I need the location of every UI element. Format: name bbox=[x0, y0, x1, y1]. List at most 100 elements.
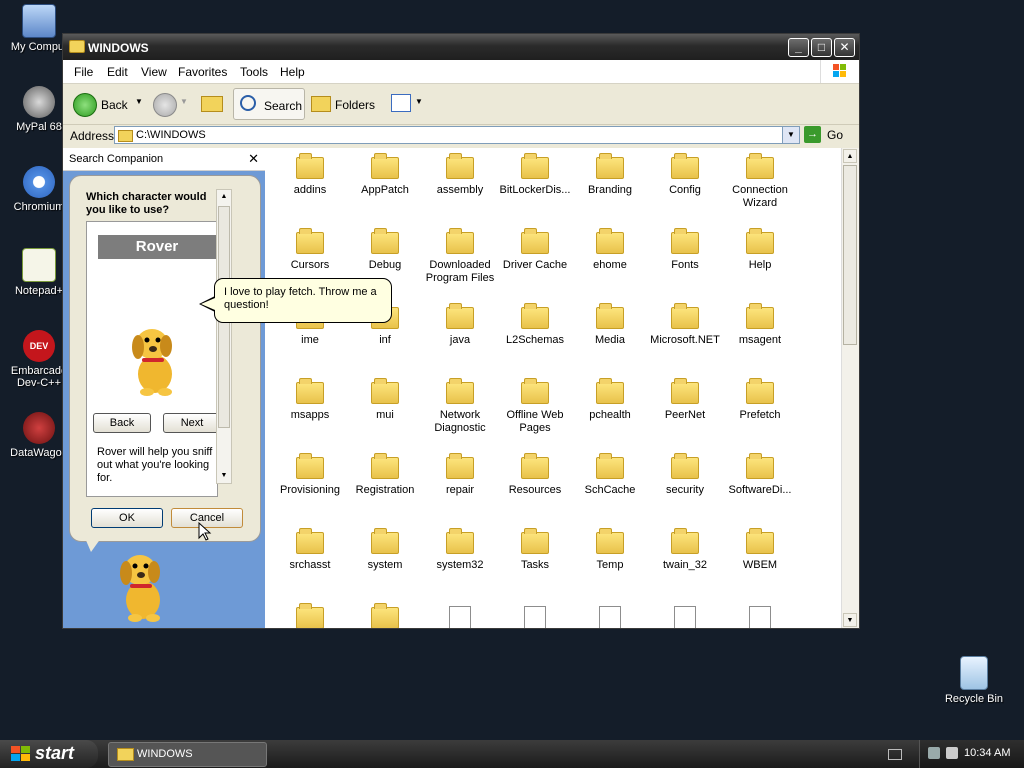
menu-tools[interactable]: Tools bbox=[240, 65, 268, 79]
file-item[interactable] bbox=[720, 604, 800, 628]
folder-item[interactable]: WBEM bbox=[720, 528, 800, 572]
folder-item[interactable]: repair bbox=[420, 453, 500, 497]
back-button[interactable]: Back ▼ bbox=[69, 88, 147, 120]
menu-edit[interactable]: Edit bbox=[107, 65, 128, 79]
companion-scrollbar[interactable]: ▲ ▼ bbox=[216, 189, 232, 484]
balloon-pointer bbox=[85, 538, 101, 552]
start-button[interactable]: start bbox=[0, 740, 98, 768]
folder-item[interactable]: Driver Cache bbox=[495, 228, 575, 272]
search-button[interactable]: Search bbox=[233, 88, 305, 120]
folder-item[interactable]: msagent bbox=[720, 303, 800, 347]
folder-item[interactable]: mui bbox=[345, 378, 425, 422]
folder-item[interactable]: msapps bbox=[270, 378, 350, 422]
item-label: Connection Wizard bbox=[732, 184, 788, 209]
search-label: Search bbox=[264, 99, 303, 113]
forward-button[interactable]: ▼ bbox=[151, 88, 191, 120]
folder-icon bbox=[746, 153, 774, 179]
volume-icon[interactable] bbox=[946, 747, 958, 759]
network-icon[interactable] bbox=[928, 747, 940, 759]
scroll-up-arrow-icon[interactable]: ▲ bbox=[843, 149, 857, 163]
views-button[interactable]: ▼ bbox=[387, 88, 425, 120]
folder-item[interactable]: assembly bbox=[420, 153, 500, 197]
folder-item[interactable]: Connection Wizard bbox=[720, 153, 800, 210]
folder-item[interactable]: BitLockerDis... bbox=[495, 153, 575, 197]
folder-item[interactable]: ehome bbox=[570, 228, 650, 272]
scroll-down-arrow-icon[interactable]: ▼ bbox=[843, 613, 857, 627]
folders-button[interactable]: Folders bbox=[309, 88, 379, 120]
folder-item[interactable]: system32 bbox=[420, 528, 500, 572]
folder-item[interactable]: java bbox=[420, 303, 500, 347]
file-list-scrollbar[interactable]: ▲ ▼ bbox=[841, 148, 859, 628]
file-item[interactable] bbox=[495, 604, 575, 628]
menu-view[interactable]: View bbox=[141, 65, 167, 79]
folder-item[interactable]: SoftwareDi... bbox=[720, 453, 800, 497]
item-label: SchCache bbox=[584, 484, 636, 496]
close-icon[interactable]: ✕ bbox=[248, 151, 259, 167]
folder-item[interactable]: Microsoft.NET bbox=[645, 303, 725, 347]
scroll-down-arrow-icon[interactable]: ▼ bbox=[217, 469, 231, 483]
folder-item[interactable]: Network Diagnostic bbox=[420, 378, 500, 435]
folder-item[interactable]: Registration bbox=[345, 453, 425, 497]
folder-item[interactable]: Fonts bbox=[645, 228, 725, 272]
go-button[interactable]: → Go bbox=[803, 126, 847, 144]
address-value: C:\WINDOWS bbox=[136, 129, 206, 141]
folder-item[interactable]: Debug bbox=[345, 228, 425, 272]
folder-item[interactable]: system bbox=[345, 528, 425, 572]
maximize-button[interactable]: □ bbox=[811, 38, 832, 57]
title-bar[interactable]: WINDOWS _ □ ✕ bbox=[63, 34, 859, 60]
folder-item[interactable]: PeerNet bbox=[645, 378, 725, 422]
keyboard-icon[interactable] bbox=[888, 749, 902, 760]
folder-item[interactable]: SchCache bbox=[570, 453, 650, 497]
document-icon bbox=[449, 606, 471, 628]
folder-item[interactable]: Provisioning bbox=[270, 453, 350, 497]
folder-icon bbox=[521, 153, 549, 179]
folder-item[interactable]: L2Schemas bbox=[495, 303, 575, 347]
address-input[interactable]: C:\WINDOWS ▼ bbox=[114, 126, 800, 144]
folder-item[interactable]: Downloaded Program Files bbox=[420, 228, 500, 285]
folder-item[interactable]: Config bbox=[645, 153, 725, 197]
item-label: Offline Web Pages bbox=[506, 409, 564, 434]
go-arrow-icon: → bbox=[804, 126, 821, 143]
folder-icon bbox=[596, 303, 624, 329]
folder-item[interactable]: srchasst bbox=[270, 528, 350, 572]
scroll-thumb[interactable] bbox=[843, 165, 857, 345]
file-item[interactable] bbox=[645, 604, 725, 628]
window-title: WINDOWS bbox=[88, 41, 149, 55]
item-label: Downloaded Program Files bbox=[425, 259, 495, 284]
folder-item[interactable]: security bbox=[645, 453, 725, 497]
minimize-button[interactable]: _ bbox=[788, 38, 809, 57]
ok-button[interactable]: OK bbox=[91, 508, 163, 528]
character-back-button[interactable]: Back bbox=[93, 413, 151, 433]
folder-item[interactable]: Temp bbox=[570, 528, 650, 572]
character-name: Rover bbox=[98, 235, 216, 259]
folder-icon bbox=[117, 748, 134, 761]
folder-item[interactable]: Offline Web Pages bbox=[495, 378, 575, 435]
file-item[interactable] bbox=[420, 604, 500, 628]
folder-item[interactable]: Branding bbox=[570, 153, 650, 197]
folder-item[interactable]: Cursors bbox=[270, 228, 350, 272]
taskbar-window-button[interactable]: WINDOWS bbox=[108, 742, 267, 767]
menu-help[interactable]: Help bbox=[280, 65, 305, 79]
folder-item[interactable] bbox=[345, 603, 425, 628]
folder-item[interactable]: Help bbox=[720, 228, 800, 272]
folder-item[interactable]: Media bbox=[570, 303, 650, 347]
clock[interactable]: 10:34 AM bbox=[964, 747, 1010, 759]
folder-item[interactable]: Prefetch bbox=[720, 378, 800, 422]
file-item[interactable] bbox=[570, 604, 650, 628]
up-folder-button[interactable] bbox=[197, 88, 227, 120]
folder-item[interactable]: twain_32 bbox=[645, 528, 725, 572]
menu-file[interactable]: File bbox=[74, 65, 93, 79]
desktop-icon-recycle-bin[interactable]: Recycle Bin bbox=[937, 656, 1011, 705]
assistant-speech-bubble: I love to play fetch. Throw me a questio… bbox=[214, 278, 392, 323]
menu-favorites[interactable]: Favorites bbox=[178, 65, 227, 79]
character-next-button[interactable]: Next bbox=[163, 413, 221, 433]
folder-item[interactable]: pchealth bbox=[570, 378, 650, 422]
folder-item[interactable]: addins bbox=[270, 153, 350, 197]
folder-item[interactable]: Resources bbox=[495, 453, 575, 497]
close-button[interactable]: ✕ bbox=[834, 38, 855, 57]
folder-item[interactable] bbox=[270, 603, 350, 628]
folder-item[interactable]: AppPatch bbox=[345, 153, 425, 197]
address-dropdown-button[interactable]: ▼ bbox=[782, 127, 799, 143]
scroll-up-arrow-icon[interactable]: ▲ bbox=[217, 190, 231, 204]
folder-item[interactable]: Tasks bbox=[495, 528, 575, 572]
